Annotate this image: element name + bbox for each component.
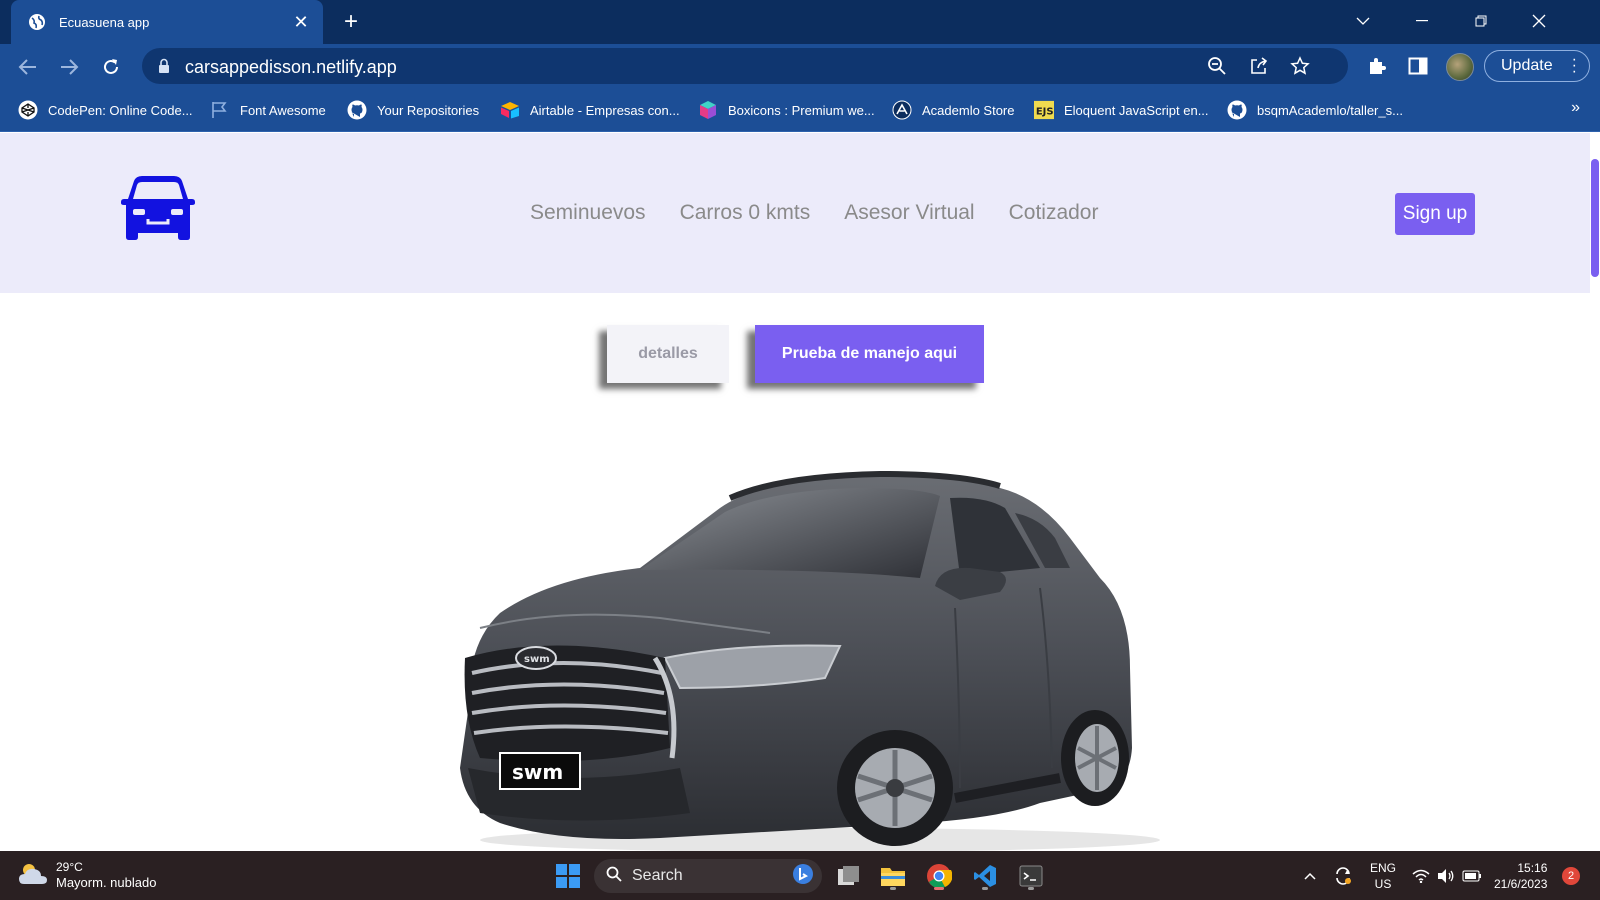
battery-icon[interactable]	[1461, 864, 1483, 888]
car-plate: swm	[512, 760, 563, 784]
restore-icon[interactable]	[1465, 8, 1497, 34]
bookmark-your-repositories[interactable]: Your Repositories	[347, 99, 479, 121]
search-icon	[606, 866, 622, 887]
vscode-icon[interactable]	[968, 859, 1002, 893]
github-icon	[1227, 100, 1247, 120]
more-bookmarks-icon[interactable]: »	[1571, 99, 1580, 117]
update-button[interactable]: Update · · ·	[1484, 50, 1590, 82]
tab-strip: Ecuasuena app ✕ +	[0, 0, 1600, 44]
weather-widget[interactable]: 29°C Mayorm. nublado	[18, 859, 156, 891]
menu-dots-icon[interactable]: · · ·	[1572, 52, 1577, 80]
share-icon[interactable]	[1248, 55, 1270, 77]
main-nav: Seminuevos Carros 0 kmts Asesor Virtual …	[530, 201, 1098, 225]
chrome-icon[interactable]	[922, 859, 956, 893]
show-hidden-icons-chevron-icon[interactable]	[1302, 864, 1318, 888]
file-explorer-icon[interactable]	[876, 859, 910, 893]
bing-icon[interactable]	[792, 863, 814, 890]
car-badge: swm	[524, 654, 550, 665]
nav-link-carros-0-kmts[interactable]: Carros 0 kmts	[680, 201, 811, 225]
task-view-icon[interactable]	[832, 859, 866, 893]
forward-icon[interactable]	[56, 54, 82, 80]
scrollbar-thumb[interactable]	[1591, 159, 1599, 277]
nav-link-cotizador[interactable]: Cotizador	[1009, 201, 1099, 225]
flag-icon	[210, 100, 230, 120]
wifi-icon[interactable]	[1411, 864, 1431, 888]
car-logo-icon[interactable]	[120, 175, 196, 241]
sync-icon[interactable]	[1332, 864, 1354, 888]
cloudy-weather-icon	[18, 860, 48, 891]
ejs-icon: EJS	[1034, 100, 1054, 120]
bookmark-boxicons[interactable]: Boxicons : Premium we...	[698, 99, 875, 121]
extensions-icon[interactable]	[1366, 55, 1388, 77]
globe-icon	[27, 12, 47, 32]
lock-icon[interactable]	[158, 58, 170, 79]
notification-badge[interactable]: 2	[1562, 867, 1580, 885]
app-active-indicator	[934, 887, 944, 890]
svg-text:EJS: EJS	[1036, 107, 1054, 118]
bookmark-bsqm-academlo[interactable]: bsqmAcademlo/taller_s...	[1227, 99, 1403, 121]
side-panel-icon[interactable]	[1407, 55, 1429, 77]
bookmark-airtable[interactable]: Airtable - Empresas con...	[500, 99, 680, 121]
app-running-indicator	[1028, 887, 1034, 890]
academlo-icon	[892, 100, 912, 120]
close-tab-icon[interactable]: ✕	[291, 12, 311, 32]
minimize-icon[interactable]	[1406, 8, 1438, 34]
app-running-indicator	[982, 887, 988, 890]
url-text[interactable]: carsappedisson.netlify.app	[185, 57, 397, 78]
address-bar[interactable]: carsappedisson.netlify.app	[142, 48, 1348, 84]
browser-toolbar: carsappedisson.netlify.app Update · · ·	[0, 44, 1600, 88]
site-header: Seminuevos Carros 0 kmts Asesor Virtual …	[0, 133, 1600, 293]
tab-title: Ecuasuena app	[59, 14, 150, 30]
page-viewport: Seminuevos Carros 0 kmts Asesor Virtual …	[0, 133, 1600, 851]
language-indicator[interactable]: ENG US	[1370, 860, 1396, 892]
tab-search-chevron-icon[interactable]	[1347, 8, 1379, 34]
weather-temperature: 29°C	[56, 860, 83, 874]
clock-date: 21/6/2023	[1494, 877, 1548, 891]
nav-link-asesor-virtual[interactable]: Asesor Virtual	[844, 201, 974, 225]
nav-link-seminuevos[interactable]: Seminuevos	[530, 201, 646, 225]
bookmark-star-icon[interactable]	[1289, 55, 1311, 77]
sign-up-button[interactable]: Sign up	[1395, 193, 1475, 235]
weather-description: Mayorm. nublado	[56, 875, 157, 890]
zoom-icon[interactable]	[1206, 55, 1228, 77]
browser-tab[interactable]: Ecuasuena app ✕	[11, 0, 323, 44]
terminal-icon[interactable]	[1014, 859, 1048, 893]
test-drive-button[interactable]: Prueba de manejo aqui	[755, 325, 984, 383]
page-scrollbar[interactable]	[1590, 133, 1600, 851]
github-icon	[347, 100, 367, 120]
bookmark-font-awesome[interactable]: Font Awesome	[210, 99, 326, 121]
clock-time: 15:16	[1517, 861, 1548, 875]
start-icon[interactable]	[551, 859, 585, 893]
bookmark-academlo-store[interactable]: Academlo Store	[892, 99, 1015, 121]
bookmarks-bar: CodePen: Online Code... Font Awesome You…	[0, 88, 1600, 132]
update-label: Update	[1501, 57, 1553, 74]
new-tab-button[interactable]: +	[338, 10, 364, 36]
airtable-icon	[500, 100, 520, 120]
boxicons-icon	[698, 100, 718, 120]
close-window-icon[interactable]	[1523, 8, 1555, 34]
volume-icon[interactable]	[1436, 864, 1456, 888]
profile-avatar[interactable]	[1446, 53, 1474, 81]
bookmark-codepen[interactable]: CodePen: Online Code...	[18, 99, 193, 121]
app-running-indicator	[890, 887, 896, 890]
codepen-icon	[18, 100, 38, 120]
search-label: Search	[632, 867, 683, 884]
system-clock[interactable]: 15:16 21/6/2023	[1494, 860, 1547, 892]
taskbar: 29°C Mayorm. nublado Search ENG US 15:16…	[0, 851, 1600, 900]
back-icon[interactable]	[15, 54, 41, 80]
bookmark-eloquent-javascript[interactable]: EJS Eloquent JavaScript en...	[1034, 99, 1209, 121]
detalles-button[interactable]: detalles	[607, 325, 729, 383]
reload-icon[interactable]	[98, 54, 124, 80]
car-image: swm swm	[460, 470, 1160, 851]
taskbar-search[interactable]: Search	[594, 859, 822, 893]
